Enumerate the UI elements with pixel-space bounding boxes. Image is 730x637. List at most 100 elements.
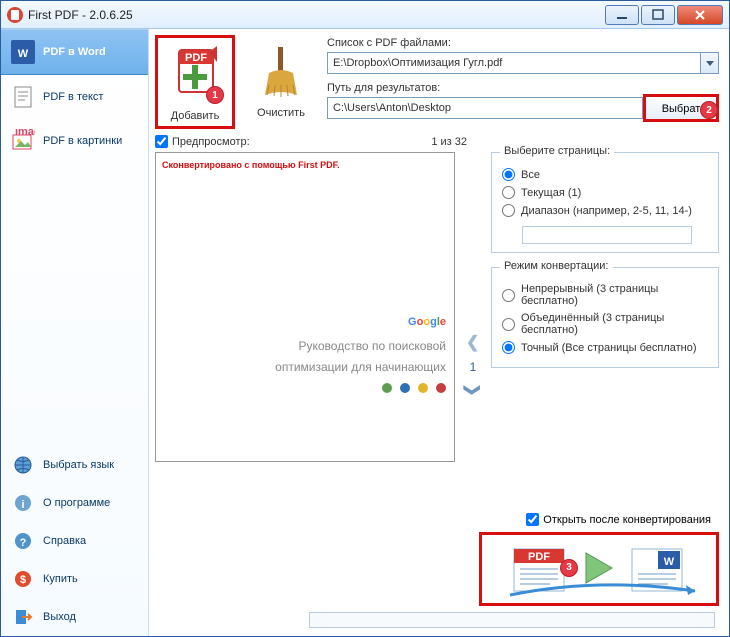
- sidebar-item-pdf-to-text[interactable]: PDF в текст: [1, 75, 148, 119]
- svg-text:PDF: PDF: [528, 551, 550, 563]
- prev-page-button[interactable]: ❯: [466, 334, 479, 354]
- add-button-label: Добавить: [171, 110, 220, 122]
- sidebar-item-language[interactable]: Выбрать язык: [1, 446, 148, 484]
- output-path-label: Путь для результатов:: [327, 82, 719, 94]
- sidebar-item-label: PDF в Word: [43, 46, 106, 58]
- open-after-checkbox-input[interactable]: [526, 513, 539, 526]
- toolbar-row: PDF 1 Добавить Очистить: [155, 35, 719, 129]
- arrow-swoosh-icon: [500, 581, 700, 601]
- choose-output-button[interactable]: Выбрать 2: [643, 94, 719, 122]
- svg-text:i: i: [21, 499, 24, 511]
- pages-group-title: Выберите страницы:: [500, 145, 614, 157]
- dot: [436, 383, 446, 393]
- svg-text:images: images: [15, 129, 35, 138]
- add-button[interactable]: PDF 1 Добавить: [155, 35, 235, 129]
- sidebar-item-pdf-to-word[interactable]: W PDF в Word: [1, 29, 148, 75]
- mode-groupbox: Режим конвертации: Непрерывный (3 страни…: [491, 267, 719, 368]
- preview-checkbox[interactable]: Предпросмотр:: [155, 135, 250, 148]
- pages-groupbox: Выберите страницы: Все Текущая (1) Диапа…: [491, 152, 719, 253]
- mid-area: Сконвертировано с помощью First PDF. Goo…: [155, 152, 719, 462]
- svg-text:W: W: [664, 556, 675, 568]
- close-button[interactable]: [677, 5, 723, 25]
- files-list-combobox[interactable]: [327, 52, 701, 74]
- broom-icon: [251, 39, 311, 103]
- mode-exact-radio[interactable]: Точный (Все страницы бесплатно): [502, 341, 708, 354]
- sidebar-item-label: Выход: [43, 611, 76, 623]
- files-list-row: [327, 52, 719, 74]
- sidebar-item-label: О программе: [43, 497, 110, 509]
- play-icon: [582, 551, 616, 585]
- preview-checkbox-input[interactable]: [155, 135, 168, 148]
- doc-title-2: оптимизации для начинающих: [275, 359, 446, 376]
- document-preview-content: Google Руководство по поисковой оптимиза…: [275, 303, 446, 393]
- sidebar: W PDF в Word PDF в текст images PDF в ка…: [1, 29, 149, 636]
- content-area: PDF 1 Добавить Очистить: [149, 29, 729, 636]
- preview-row: Предпросмотр: 1 из 32: [155, 135, 467, 148]
- buy-icon: $: [11, 567, 35, 591]
- convert-button[interactable]: PDF 3 W: [479, 532, 719, 606]
- svg-text:$: $: [20, 574, 26, 586]
- badge-3: 3: [560, 559, 578, 577]
- dots-row: [275, 383, 446, 393]
- clear-button-label: Очистить: [257, 107, 305, 119]
- window-buttons: [603, 5, 723, 25]
- pages-range-radio[interactable]: Диапазон (например, 2-5, 11, 14-): [502, 204, 708, 217]
- dot: [382, 383, 392, 393]
- sidebar-item-label: PDF в картинки: [43, 135, 122, 147]
- file-paths-column: Список с PDF файлами: Путь для результат…: [327, 35, 719, 127]
- next-page-button[interactable]: ❯: [463, 383, 483, 396]
- mode-continuous-radio[interactable]: Непрерывный (3 страницы бесплатно): [502, 283, 708, 307]
- sidebar-item-label: Справка: [43, 535, 86, 547]
- doc-title-1: Руководство по поисковой: [275, 338, 446, 355]
- info-icon: i: [11, 491, 35, 515]
- sidebar-item-pdf-to-images[interactable]: images PDF в картинки: [1, 119, 148, 163]
- text-icon: [11, 85, 35, 109]
- files-list-label: Список с PDF файлами:: [327, 37, 719, 49]
- badge-1: 1: [206, 86, 224, 104]
- progress-bar: [309, 612, 715, 628]
- current-page-number: 1: [470, 360, 477, 374]
- dot: [400, 383, 410, 393]
- badge-2: 2: [700, 101, 718, 119]
- sidebar-bottom: Выбрать язык i О программе ? Справка $ К…: [1, 446, 148, 636]
- open-after-label: Открыть после конвертирования: [543, 514, 711, 526]
- images-icon: images: [11, 129, 35, 153]
- mode-combined-radio[interactable]: Объединённый (3 страницы бесплатно): [502, 312, 708, 336]
- sidebar-item-label: Купить: [43, 573, 78, 585]
- dot: [418, 383, 428, 393]
- watermark-text: Сконвертировано с помощью First PDF.: [162, 160, 340, 170]
- output-path-input[interactable]: [327, 97, 643, 119]
- sidebar-item-help[interactable]: ? Справка: [1, 522, 148, 560]
- pages-current-radio[interactable]: Текущая (1): [502, 186, 708, 199]
- sidebar-item-label: PDF в текст: [43, 91, 103, 103]
- sidebar-top: W PDF в Word PDF в текст images PDF в ка…: [1, 29, 148, 163]
- sidebar-item-buy[interactable]: $ Купить: [1, 560, 148, 598]
- svg-text:W: W: [18, 48, 29, 60]
- sidebar-item-label: Выбрать язык: [43, 459, 114, 471]
- google-logo: Google: [275, 303, 446, 334]
- open-after-checkbox[interactable]: Открыть после конвертирования: [526, 513, 711, 526]
- app-icon: [7, 7, 23, 23]
- output-path-row: Выбрать 2: [327, 97, 719, 119]
- minimize-button[interactable]: [605, 5, 639, 25]
- pages-all-radio[interactable]: Все: [502, 168, 708, 181]
- main-layout: W PDF в Word PDF в текст images PDF в ка…: [1, 29, 729, 636]
- right-options: Выберите страницы: Все Текущая (1) Диапа…: [491, 152, 719, 462]
- sidebar-item-about[interactable]: i О программе: [1, 484, 148, 522]
- title-bar: First PDF - 2.0.6.25: [1, 1, 729, 29]
- window-title: First PDF - 2.0.6.25: [28, 8, 603, 22]
- sidebar-item-exit[interactable]: Выход: [1, 598, 148, 636]
- combobox-arrow[interactable]: [701, 52, 719, 74]
- exit-icon: [11, 605, 35, 629]
- page-counter: 1 из 32: [431, 136, 467, 148]
- clear-button[interactable]: Очистить: [241, 35, 321, 123]
- svg-text:?: ?: [20, 537, 27, 549]
- help-icon: ?: [11, 529, 35, 553]
- mode-group-title: Режим конвертации:: [500, 260, 613, 272]
- preview-pane: Сконвертировано с помощью First PDF. Goo…: [155, 152, 455, 462]
- page-nav: ❯ 1 ❯: [463, 152, 483, 462]
- pages-range-input[interactable]: [522, 226, 692, 244]
- svg-text:PDF: PDF: [185, 52, 207, 64]
- maximize-button[interactable]: [641, 5, 675, 25]
- globe-icon: [11, 453, 35, 477]
